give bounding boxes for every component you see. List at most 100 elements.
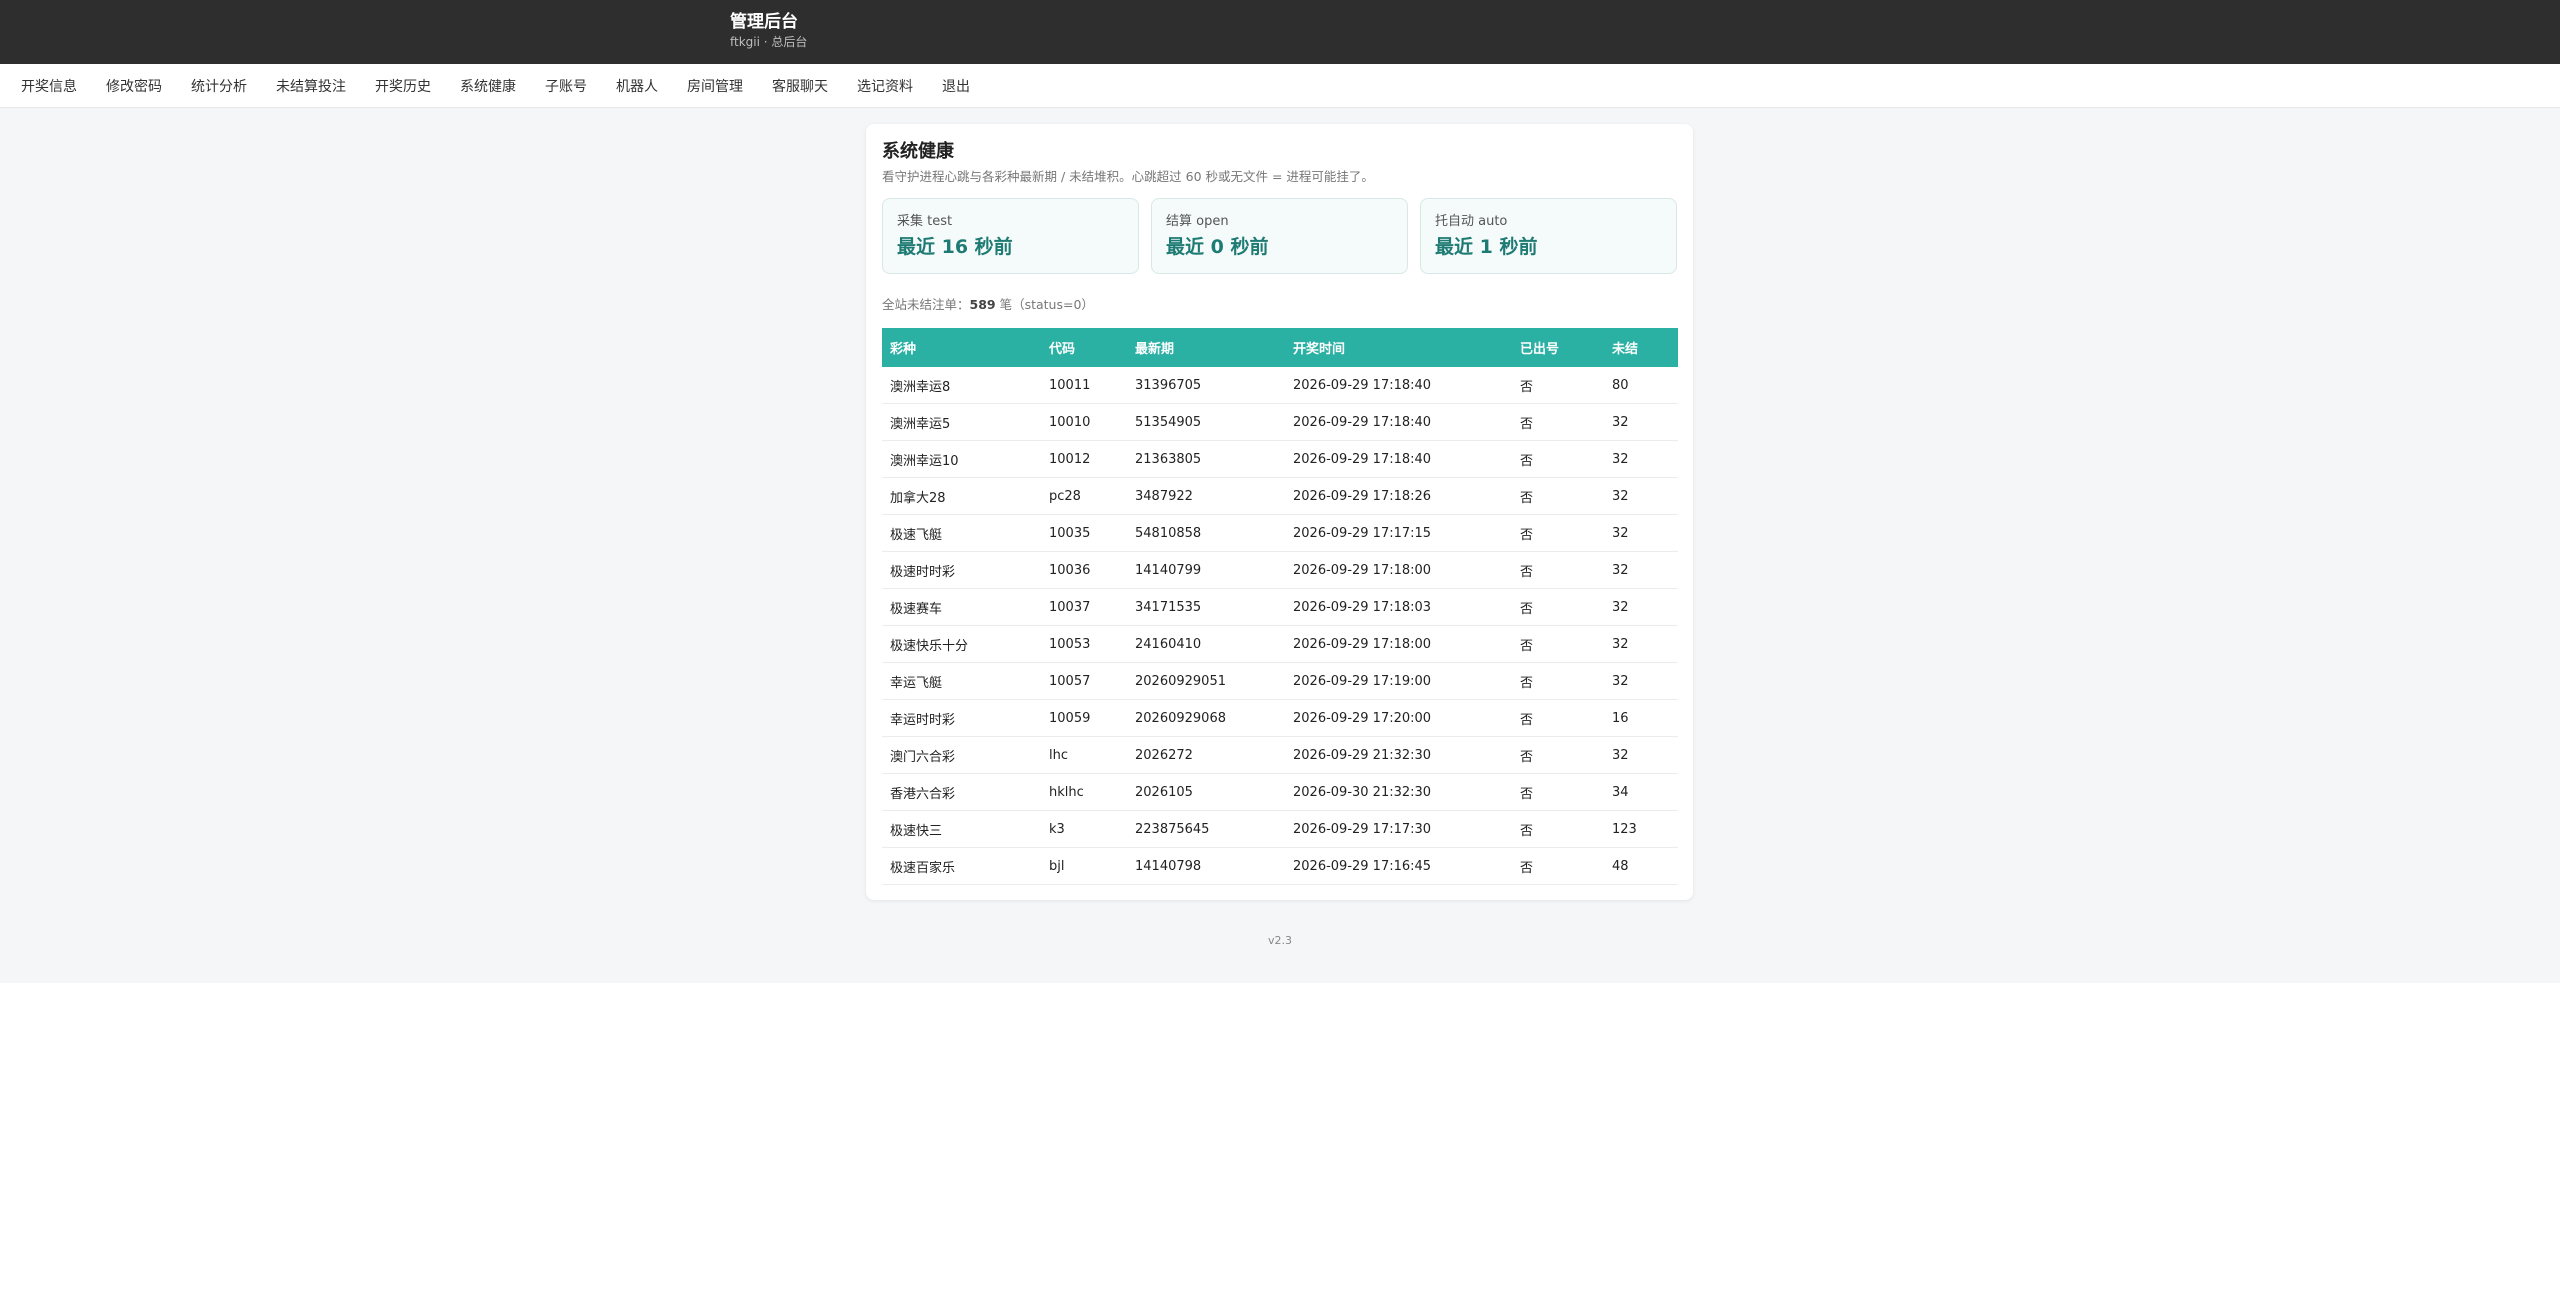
cell-lottery: 澳洲幸运8 bbox=[882, 367, 1041, 404]
cell-unsettled: 32 bbox=[1604, 514, 1678, 552]
cell-latest-issue: 20260929051 bbox=[1127, 662, 1285, 700]
table-row: 澳洲幸运8 10011 31396705 2026-09-29 17:18:40 否 80 bbox=[882, 367, 1678, 404]
cell-unsettled: 32 bbox=[1604, 588, 1678, 626]
cell-draw-time: 2026-09-30 21:32:30 bbox=[1285, 773, 1512, 811]
cell-code: 10012 bbox=[1041, 440, 1127, 478]
cell-lottery: 幸运时时彩 bbox=[882, 699, 1041, 737]
cell-latest-issue: 21363805 bbox=[1127, 440, 1285, 478]
nav-item-robots[interactable]: 机器人 bbox=[616, 76, 658, 96]
table-header-row: 彩种 代码 最新期 开奖时间 已出号 未结 bbox=[882, 328, 1678, 367]
cell-draw-time: 2026-09-29 17:18:03 bbox=[1285, 588, 1512, 626]
cell-drawn: 否 bbox=[1512, 477, 1604, 515]
cell-code: 10057 bbox=[1041, 662, 1127, 700]
stat-label: 结算 open bbox=[1166, 214, 1229, 229]
table-row: 极速百家乐 bjl 14140798 2026-09-29 17:16:45 否 48 bbox=[882, 847, 1678, 885]
cell-latest-issue: 223875645 bbox=[1127, 810, 1285, 848]
th-code: 代码 bbox=[1049, 342, 1076, 357]
summary-prefix: 全站未结注单： bbox=[882, 297, 970, 312]
cell-latest-issue: 2026272 bbox=[1127, 736, 1285, 774]
nav-item-draw-history[interactable]: 开奖历史 bbox=[375, 76, 431, 96]
cell-lottery: 极速百家乐 bbox=[882, 847, 1041, 885]
cell-unsettled: 34 bbox=[1604, 773, 1678, 811]
cell-lottery: 澳洲幸运10 bbox=[882, 440, 1041, 478]
cell-latest-issue: 3487922 bbox=[1127, 477, 1285, 515]
cell-code: 10011 bbox=[1041, 367, 1127, 404]
th-unsettled: 未结 bbox=[1612, 342, 1639, 357]
summary-count: 589 bbox=[969, 297, 996, 312]
cell-lottery: 澳洲幸运5 bbox=[882, 403, 1041, 441]
cell-unsettled: 32 bbox=[1604, 736, 1678, 774]
th-latest-issue: 最新期 bbox=[1135, 342, 1175, 357]
cell-latest-issue: 54810858 bbox=[1127, 514, 1285, 552]
cell-code: lhc bbox=[1041, 736, 1127, 774]
nav-item-room-management[interactable]: 房间管理 bbox=[687, 76, 743, 96]
cell-lottery: 极速快乐十分 bbox=[882, 625, 1041, 663]
table-row: 澳洲幸运5 10010 51354905 2026-09-29 17:18:40 否 32 bbox=[882, 403, 1678, 441]
page-title: 系统健康 bbox=[882, 141, 954, 162]
cell-code: 10037 bbox=[1041, 588, 1127, 626]
cell-drawn: 否 bbox=[1512, 588, 1604, 626]
cell-unsettled: 32 bbox=[1604, 403, 1678, 441]
cell-drawn: 否 bbox=[1512, 736, 1604, 774]
cell-draw-time: 2026-09-29 17:17:30 bbox=[1285, 810, 1512, 848]
table-row: 极速赛车 10037 34171535 2026-09-29 17:18:03 否 32 bbox=[882, 588, 1678, 626]
cell-code: pc28 bbox=[1041, 477, 1127, 515]
cell-drawn: 否 bbox=[1512, 662, 1604, 700]
th-drawn: 已出号 bbox=[1520, 342, 1560, 357]
cell-code: 10010 bbox=[1041, 403, 1127, 441]
stat-value: 最近 0 秒前 bbox=[1166, 236, 1269, 258]
cell-lottery: 极速时时彩 bbox=[882, 551, 1041, 589]
cell-draw-time: 2026-09-29 17:18:40 bbox=[1285, 440, 1512, 478]
cell-code: 10035 bbox=[1041, 514, 1127, 552]
cell-code: 10036 bbox=[1041, 551, 1127, 589]
cell-unsettled: 32 bbox=[1604, 551, 1678, 589]
nav-item-selection-data[interactable]: 选记资料 bbox=[857, 76, 913, 96]
stat-value: 最近 1 秒前 bbox=[1435, 236, 1538, 258]
app-title: 管理后台 bbox=[730, 12, 798, 32]
cell-latest-issue: 14140799 bbox=[1127, 551, 1285, 589]
table-row: 香港六合彩 hklhc 2026105 2026-09-30 21:32:30 否 34 bbox=[882, 773, 1678, 811]
health-card: 系统健康 看守护进程心跳与各彩种最新期 / 未结堆积。心跳超过 60 秒或无文件… bbox=[866, 124, 1693, 900]
cell-latest-issue: 20260929068 bbox=[1127, 699, 1285, 737]
nav-item-draw-info[interactable]: 开奖信息 bbox=[21, 76, 77, 96]
stat-label: 托自动 auto bbox=[1435, 214, 1508, 229]
cell-draw-time: 2026-09-29 17:17:15 bbox=[1285, 514, 1512, 552]
nav-item-logout[interactable]: 退出 bbox=[942, 76, 970, 96]
cell-latest-issue: 34171535 bbox=[1127, 588, 1285, 626]
cell-unsettled: 48 bbox=[1604, 847, 1678, 885]
nav-item-unsettled-bets[interactable]: 未结算投注 bbox=[276, 76, 346, 96]
app-subtitle: ftkgii · 总后台 bbox=[730, 35, 808, 49]
nav-item-support-chat[interactable]: 客服聊天 bbox=[772, 76, 828, 96]
cell-draw-time: 2026-09-29 17:18:40 bbox=[1285, 367, 1512, 404]
cell-drawn: 否 bbox=[1512, 773, 1604, 811]
th-lottery: 彩种 bbox=[890, 342, 917, 357]
cell-draw-time: 2026-09-29 17:16:45 bbox=[1285, 847, 1512, 885]
cell-unsettled: 16 bbox=[1604, 699, 1678, 737]
heartbeat-stats: 采集 test 最近 16 秒前 结算 open 最近 0 秒前 托自动 aut… bbox=[882, 198, 1677, 274]
nav-item-statistics[interactable]: 统计分析 bbox=[191, 76, 247, 96]
cell-lottery: 香港六合彩 bbox=[882, 773, 1041, 811]
lottery-table: 彩种 代码 最新期 开奖时间 已出号 未结 澳洲幸运8 10011 31396705… bbox=[882, 328, 1678, 885]
unsettled-summary: 全站未结注单：589 笔（status=0） bbox=[882, 296, 1677, 314]
cell-code: 10059 bbox=[1041, 699, 1127, 737]
cell-lottery: 极速飞艇 bbox=[882, 514, 1041, 552]
brand: 管理后台 ftkgii · 总后台 bbox=[730, 11, 807, 50]
stat-label: 采集 test bbox=[897, 214, 953, 229]
cell-code: bjl bbox=[1041, 847, 1127, 885]
nav-item-sub-accounts[interactable]: 子账号 bbox=[545, 76, 587, 96]
cell-code: 10053 bbox=[1041, 625, 1127, 663]
cell-draw-time: 2026-09-29 17:18:26 bbox=[1285, 477, 1512, 515]
cell-latest-issue: 24160410 bbox=[1127, 625, 1285, 663]
nav-item-change-password[interactable]: 修改密码 bbox=[106, 76, 162, 96]
nav-item-system-health[interactable]: 系统健康 bbox=[460, 76, 516, 96]
cell-drawn: 否 bbox=[1512, 625, 1604, 663]
cell-drawn: 否 bbox=[1512, 847, 1604, 885]
cell-unsettled: 32 bbox=[1604, 625, 1678, 663]
cell-lottery: 加拿大28 bbox=[882, 477, 1041, 515]
table-row: 澳洲幸运10 10012 21363805 2026-09-29 17:18:40 否 3… bbox=[882, 440, 1678, 478]
cell-lottery: 极速赛车 bbox=[882, 588, 1041, 626]
cell-latest-issue: 51354905 bbox=[1127, 403, 1285, 441]
main-nav: 开奖信息 修改密码 统计分析 未结算投注 开奖历史 系统健康 子账号 机器人 房… bbox=[0, 64, 2560, 108]
table-row: 极速快三 k3 223875645 2026-09-29 17:17:30 否 123 bbox=[882, 810, 1678, 848]
cell-drawn: 否 bbox=[1512, 810, 1604, 848]
